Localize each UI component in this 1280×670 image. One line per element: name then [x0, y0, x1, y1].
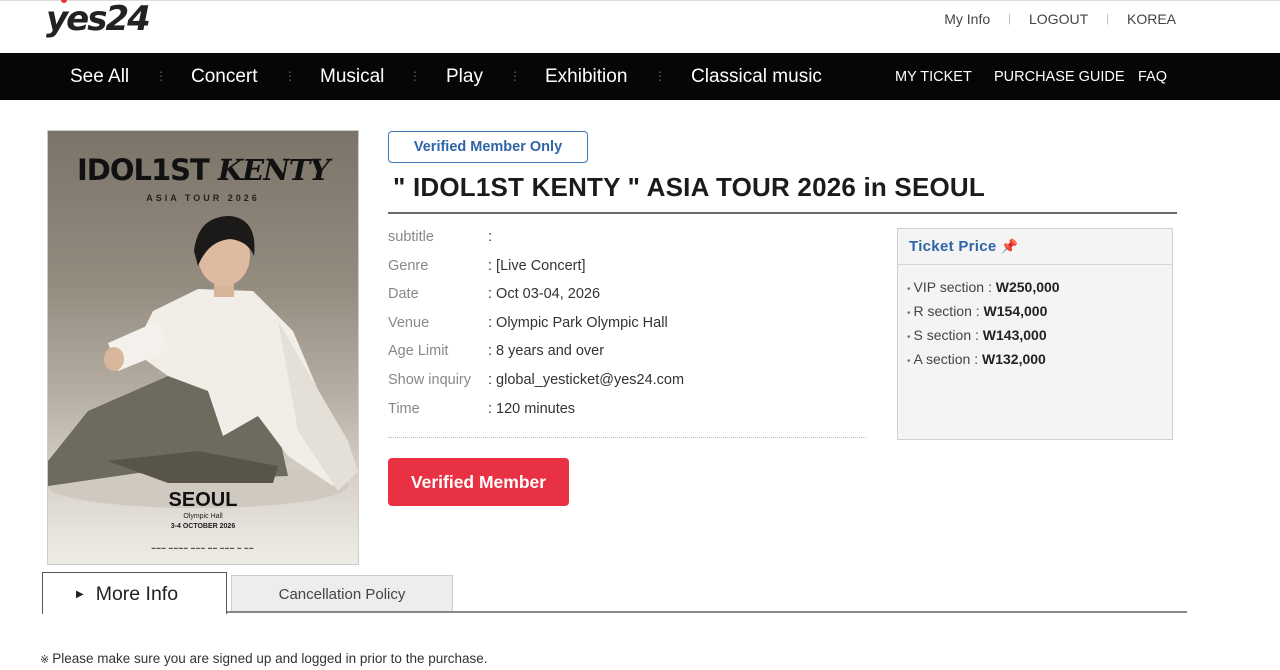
nav-classical-music[interactable]: Classical music [691, 66, 822, 88]
poster-city: SEOUL [168, 489, 238, 511]
nav-separator: ⋮ [509, 69, 521, 83]
tab-more-info[interactable]: ▶ More Info [42, 572, 227, 614]
nav-separator: ⋮ [284, 69, 296, 83]
poster-subtitle: ASIA TOUR 2026 [146, 193, 260, 203]
tab-cancellation-policy[interactable]: Cancellation Policy [231, 575, 453, 612]
nav-separator: ⋮ [155, 69, 167, 83]
ticket-price-heading: Ticket Price 📌 [898, 229, 1172, 265]
top-header: yes24 My Info | LOGOUT | KOREA [0, 0, 1280, 53]
poster-venue: Olympic Hall [183, 513, 223, 520]
nav-separator: ⋮ [654, 69, 666, 83]
nav-concert[interactable]: Concert [191, 66, 258, 88]
tab-divider [227, 611, 1187, 613]
purchase-guide-link[interactable]: PURCHASE GUIDE [994, 69, 1125, 85]
info-row-venue: Venue : Olympic Park Olympic Hall [388, 314, 668, 331]
info-divider [388, 437, 866, 438]
price-row-a: • A section : W132,000 [907, 351, 1046, 367]
yes24-logo[interactable]: yes24 [46, 0, 151, 39]
price-row-s: • S section : W143,000 [907, 327, 1047, 343]
nav-separator: ⋮ [409, 69, 421, 83]
nav-exhibition[interactable]: Exhibition [545, 66, 627, 88]
event-info-list: subtitle : Genre : [Live Concert] Date :… [388, 229, 868, 429]
info-row-age-limit: Age Limit : 8 years and over [388, 343, 605, 360]
language-link[interactable]: KOREA [1127, 11, 1176, 27]
reference-mark-icon: ※ [40, 654, 50, 666]
info-row-time: Time : 120 minutes [388, 400, 576, 417]
link-separator: | [1106, 13, 1109, 25]
info-row-subtitle: subtitle : [388, 229, 493, 245]
nav-see-all[interactable]: See All [70, 66, 129, 88]
artist-photo [48, 216, 358, 508]
price-row-r: • R section : W154,000 [907, 303, 1048, 319]
main-nav: See All ⋮ Concert ⋮ Musical ⋮ Play ⋮ Exh… [0, 53, 1280, 100]
poster-title: IDOL1ST KENTY [76, 153, 330, 187]
info-row-genre: Genre : [Live Concert] [388, 257, 586, 274]
info-row-date: Date : Oct 03-04, 2026 [388, 286, 601, 303]
caret-right-icon: ▶ [76, 589, 84, 600]
event-title: " IDOL1ST KENTY " ASIA TOUR 2026 in SEOU… [393, 172, 985, 202]
purchase-notice: ※ Please make sure you are signed up and … [40, 651, 488, 666]
title-divider [388, 212, 1177, 214]
event-poster: IDOL1ST KENTY ASIA TOUR 2026 SEOUL Olymp… [47, 130, 359, 565]
faq-link[interactable]: FAQ [1138, 69, 1167, 85]
poster-sponsor-logos: ▬▬▬ ▬▬▬▬ ▬▬▬ ▬▬ ▬▬▬ ▬ ▬▬ [151, 545, 255, 550]
logout-link[interactable]: LOGOUT [1029, 11, 1088, 27]
price-row-vip: • VIP section : W250,000 [907, 279, 1060, 295]
pin-icon: 📌 [1000, 238, 1019, 254]
info-row-show-inquiry: Show inquiry : global_yesticket@yes24.co… [388, 371, 685, 388]
verified-member-only-badge: Verified Member Only [388, 131, 588, 163]
poster-dates: 3-4 OCTOBER 2026 [170, 523, 236, 530]
link-separator: | [1008, 13, 1011, 25]
verified-member-button[interactable]: Verified Member [388, 458, 569, 506]
my-info-link[interactable]: My Info [944, 11, 990, 27]
nav-play[interactable]: Play [446, 66, 483, 88]
price-list: • VIP section : W250,000 • R section : W15… [898, 265, 1172, 375]
my-ticket-link[interactable]: MY TICKET [895, 69, 972, 85]
ticket-price-box: Ticket Price 📌 • VIP section : W250,000 • R… [897, 228, 1173, 440]
nav-musical[interactable]: Musical [320, 66, 384, 88]
account-links: My Info | LOGOUT | KOREA [944, 11, 1176, 27]
